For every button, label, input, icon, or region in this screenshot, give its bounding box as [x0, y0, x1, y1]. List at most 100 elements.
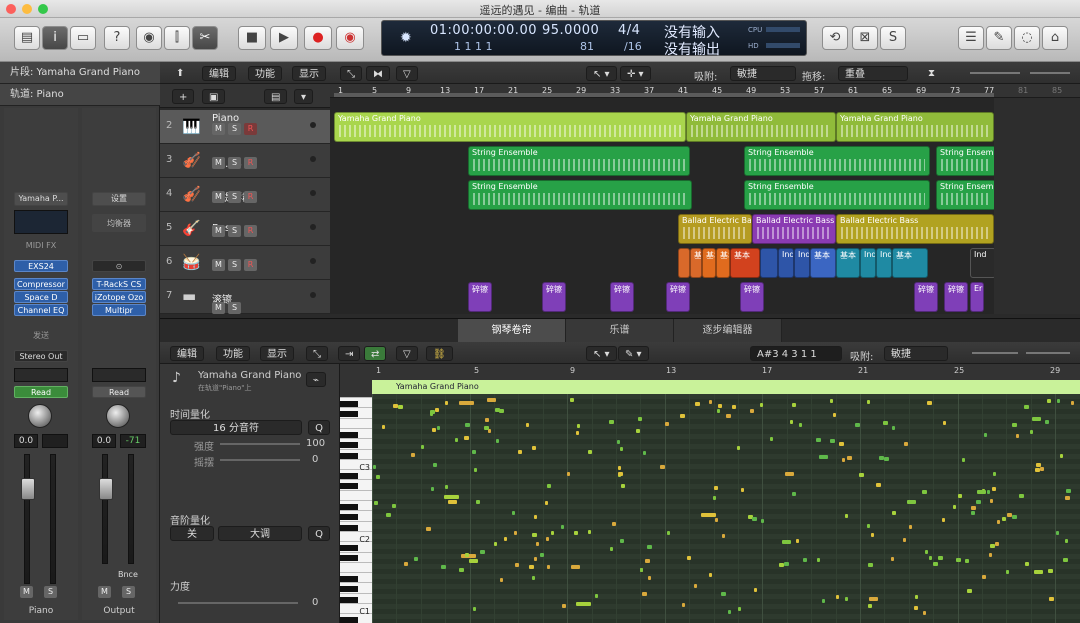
pointer-tool-icon[interactable]: ↖ ▾ [586, 66, 617, 81]
midi-note[interactable] [1056, 531, 1059, 535]
track-record-button[interactable]: R [244, 259, 257, 271]
midi-note[interactable] [796, 539, 799, 543]
scale-off-select[interactable]: 关 [170, 526, 214, 541]
waveform-zoom-icon[interactable]: ⧗ [922, 66, 941, 81]
region-strings-1[interactable]: String Ensemble [468, 146, 690, 176]
midi-note[interactable] [1030, 430, 1033, 434]
midi-note[interactable] [474, 468, 477, 472]
midi-note[interactable] [879, 456, 884, 460]
track-record-button[interactable]: R [244, 123, 257, 135]
record-button[interactable]: ● [304, 26, 332, 50]
track-solo-button[interactable]: S [228, 123, 241, 135]
automation-mode-output[interactable]: Read [92, 386, 146, 398]
midi-note[interactable] [792, 403, 796, 407]
midi-note[interactable] [929, 556, 932, 560]
piano-roll-region-bar[interactable]: Yamaha Grand Piano [372, 380, 1080, 394]
midi-note[interactable] [883, 421, 888, 425]
midi-note[interactable] [638, 417, 642, 421]
volume-value-output[interactable]: 0.0 [92, 434, 116, 448]
region-options-icon[interactable]: ⌁ [306, 372, 327, 387]
catch-icon[interactable]: ⤡ [340, 66, 362, 81]
piano-roll-ruler[interactable]: 1 5 9 13 17 21 25 29 [372, 364, 1080, 380]
black-key[interactable] [340, 617, 358, 623]
midi-note[interactable] [695, 402, 700, 406]
midi-in-icon[interactable]: ⇥ [338, 346, 361, 361]
midi-note[interactable] [982, 575, 986, 579]
midi-note[interactable] [869, 597, 878, 601]
region-cymbal-7[interactable]: 碎镲 [944, 282, 968, 312]
midi-note[interactable] [1063, 558, 1068, 562]
track-solo-button[interactable]: S [228, 157, 241, 169]
setting-button-output[interactable]: 设置 [92, 192, 146, 206]
track-header[interactable]: 6🥁鼓MSR [160, 246, 330, 280]
region-drum-3[interactable]: 基本 [702, 248, 716, 278]
midi-note[interactable] [620, 539, 624, 543]
region-cymbal-6[interactable]: 碎镲 [914, 282, 938, 312]
midi-note[interactable] [904, 442, 908, 446]
black-key[interactable] [340, 442, 358, 449]
region-viola-3[interactable]: String Ensem [936, 180, 996, 210]
midi-note[interactable] [830, 439, 835, 443]
midi-note[interactable] [459, 401, 474, 405]
midi-note[interactable] [648, 576, 651, 580]
midi-note[interactable] [386, 513, 391, 517]
midi-note[interactable] [472, 450, 476, 454]
midi-note[interactable] [1065, 496, 1070, 500]
cycle-area[interactable] [334, 93, 994, 97]
fx-slot-out-2[interactable]: iZotope Ozo [92, 291, 146, 303]
play-button[interactable]: ▶ [270, 26, 298, 50]
midi-note[interactable] [500, 578, 503, 582]
midi-note[interactable] [570, 398, 574, 402]
midi-note[interactable] [1034, 570, 1043, 574]
region-drum-11[interactable]: Ind [860, 248, 876, 278]
piano-keyboard[interactable]: C3 C2 C1 [340, 397, 372, 623]
region-drum-5[interactable]: 基本 [730, 248, 760, 278]
tab-piano-roll[interactable]: 钢琴卷帘 [458, 319, 566, 343]
midi-note[interactable] [512, 511, 515, 515]
browser-icon[interactable]: ⌂ [1042, 26, 1068, 50]
black-key[interactable] [340, 431, 358, 438]
piano-roll-grid[interactable] [372, 394, 1080, 623]
fx-slot-1[interactable]: Compressor [14, 278, 68, 290]
black-key[interactable] [340, 545, 358, 551]
midi-note[interactable] [534, 557, 537, 561]
midi-note[interactable] [588, 530, 591, 534]
pan-knob-output[interactable] [106, 404, 130, 428]
track-header[interactable]: 5🎸BassMSR [160, 212, 330, 246]
loop-browser-icon[interactable]: ◌ [1014, 26, 1040, 50]
region-piano-3[interactable]: Yamaha Grand Piano [836, 112, 994, 142]
mute-button[interactable]: M [20, 586, 33, 598]
mute-button-output[interactable]: M [98, 586, 111, 598]
midi-note[interactable] [1007, 513, 1012, 517]
output-slot[interactable]: Stereo Out [14, 350, 68, 362]
midi-note[interactable] [871, 533, 874, 537]
region-cymbal-8[interactable]: Err [970, 282, 984, 312]
midi-note[interactable] [680, 414, 685, 418]
midi-note[interactable] [455, 438, 458, 442]
send-slot[interactable]: 发送 [14, 330, 68, 342]
midi-note[interactable] [997, 520, 1000, 524]
midi-note[interactable] [545, 501, 548, 505]
midi-note[interactable] [842, 458, 845, 462]
midi-note[interactable] [867, 400, 870, 404]
midi-note[interactable] [1025, 562, 1029, 566]
filter-icon[interactable]: ▽ [396, 66, 418, 81]
midi-note[interactable] [426, 527, 431, 531]
midi-note[interactable] [536, 542, 539, 546]
midi-note[interactable] [1019, 494, 1024, 498]
region-viola-1[interactable]: String Ensemble [468, 180, 692, 210]
midi-note[interactable] [956, 558, 961, 562]
midi-note[interactable] [1040, 467, 1044, 471]
midi-note[interactable] [487, 398, 496, 402]
midi-note[interactable] [392, 504, 396, 508]
cycle-icon[interactable]: ⟲ [822, 26, 848, 50]
midi-note[interactable] [464, 436, 469, 440]
midi-note[interactable] [373, 465, 376, 469]
midi-note[interactable] [382, 425, 385, 429]
midi-note[interactable] [1071, 401, 1074, 405]
track-record-button[interactable]: R [244, 191, 257, 203]
track-mute-button[interactable]: M [212, 302, 225, 314]
midi-note[interactable] [965, 559, 969, 563]
midi-note[interactable] [884, 457, 889, 461]
editor-vzoom-slider[interactable] [972, 352, 1018, 354]
